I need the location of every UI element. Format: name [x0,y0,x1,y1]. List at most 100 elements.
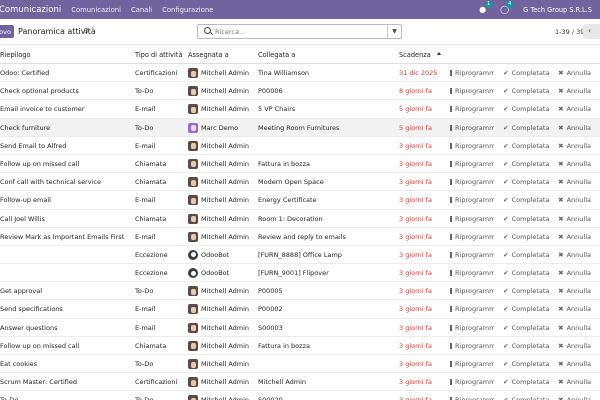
mark-done-button[interactable]: ✔Completata [503,82,549,100]
gear-icon[interactable]: ⚙ [83,27,89,35]
reschedule-button[interactable]: Riprogramma [450,391,494,400]
reschedule-button[interactable]: Riprogramma [450,319,494,337]
reschedule-button[interactable]: Riprogramma [450,64,494,82]
table-row[interactable]: Conf call with technical service Chiamata… [0,173,600,192]
mark-done-button[interactable]: ✔Completata [503,319,549,337]
mark-done-button[interactable]: ✔Completata [503,373,549,391]
reschedule-button[interactable]: Riprogramma [450,173,494,191]
table-row[interactable]: Follow up on missed call Chiamata Mitchell… [0,337,600,355]
cancel-button[interactable]: ✖Annulla [558,300,591,318]
column-header-due[interactable]: Scadenza [399,46,449,64]
reschedule-button[interactable]: Riprogramma [450,137,494,155]
reschedule-button[interactable]: Riprogramma [450,264,494,282]
reschedule-button[interactable]: Riprogramma [450,155,494,173]
cancel-button[interactable]: ✖Annulla [558,155,591,173]
cancel-button[interactable]: ✖Annulla [558,373,591,391]
cancel-button[interactable]: ✖Annulla [558,319,591,337]
reschedule-button[interactable]: Riprogramma [450,246,494,264]
column-header-type[interactable]: Tipo di attività [135,46,187,64]
search-options-toggle[interactable]: ▼ [387,25,401,38]
reschedule-button[interactable]: Riprogramma [450,300,494,318]
column-header-summary[interactable]: Riepilogo [0,46,132,64]
mark-done-button[interactable]: ✔Completata [503,264,549,282]
mark-done-button[interactable]: ✔Completata [503,64,549,82]
mark-done-button[interactable]: ✔Completata [503,155,549,173]
cancel-button[interactable]: ✖Annulla [558,337,591,355]
table-row[interactable]: Review Mark as Important Emails First E-m… [0,228,600,246]
mark-done-button[interactable]: ✔Completata [503,391,549,400]
cancel-button[interactable]: ✖Annulla [558,228,591,246]
cancel-button[interactable]: ✖Annulla [558,391,591,400]
cancel-button[interactable]: ✖Annulla [558,210,591,228]
cancel-button[interactable]: ✖Annulla [558,119,591,137]
search-input[interactable] [215,26,375,37]
cancel-button[interactable]: ✖Annulla [558,100,591,118]
mark-done-button[interactable]: ✔Completata [503,100,549,118]
cancel-label: Annulla [566,159,591,168]
cancel-button[interactable]: ✖Annulla [558,137,591,155]
reschedule-button[interactable]: Riprogramma [450,282,494,300]
reschedule-button[interactable]: Riprogramma [450,100,494,118]
reschedule-button[interactable]: Riprogramma [450,373,494,391]
table-row[interactable]: Scrum Master: Certified Certificazioni Mit… [0,373,600,392]
reschedule-button[interactable]: Riprogramma [450,82,494,100]
cancel-button[interactable]: ✖Annulla [558,264,591,282]
cancel-button[interactable]: ✖Annulla [558,355,591,373]
mark-done-button[interactable]: ✔Completata [503,137,549,155]
table-row[interactable]: Eccezione OdooBot [FURN_8888] Office Lamp 3… [0,246,600,265]
table-row[interactable]: Send Email to Alfred E-mail Mitchell Admin… [0,137,600,155]
table-row[interactable]: Call Joel Willis Chiamata Mitchell Admin Ro… [0,210,600,228]
pager-previous-button[interactable]: ‹ [583,24,600,39]
new-button[interactable]: Nuovo [0,25,14,38]
mark-done-button[interactable]: ✔Completata [503,173,549,191]
table-row[interactable]: Follow-up email E-mail Mitchell Admin Energ… [0,191,600,210]
reschedule-button[interactable]: Riprogramma [450,191,494,209]
table-row[interactable]: Follow up on missed call Chiamata Mitchell… [0,155,600,174]
table-row[interactable]: Send specifications E-mail Mitchell Admin P… [0,300,600,319]
mark-done-button[interactable]: ✔Completata [503,282,549,300]
mark-done-button[interactable]: ✔Completata [503,337,549,355]
reschedule-button[interactable]: Riprogramma [450,210,494,228]
table-row[interactable]: Email invoice to customer E-mail Mitchell … [0,100,600,119]
table-row[interactable]: Check furniture To-Do Marc Demo Meeting Roo… [0,118,600,137]
reschedule-button[interactable]: Riprogramma [450,228,494,246]
table-row[interactable]: Answer questions E-mail Mitchell Admin S000… [0,319,600,337]
cancel-button[interactable]: ✖Annulla [558,64,591,82]
mark-done-button[interactable]: ✔Completata [503,119,549,137]
cancel-button[interactable]: ✖Annulla [558,246,591,264]
reschedule-button[interactable]: Riprogramma [450,355,494,373]
activity-type-cell: To-Do [135,391,187,400]
chat-icon[interactable]: ● 1 [479,1,493,14]
mark-done-button[interactable]: ✔Completata [503,300,549,318]
table-row[interactable]: Odoo: Certified Certificazioni Mitchell Ad… [0,64,600,83]
mark-done-button[interactable]: ✔Completata [503,355,549,373]
pager-value[interactable]: 1-39 / 39 [555,28,584,36]
cancel-button[interactable]: ✖Annulla [558,282,591,300]
app-name[interactable]: Comunicazioni [0,5,61,15]
table-row[interactable]: Check optional products To-Do Mitchell Adm… [0,82,600,101]
menu-canali[interactable]: Canali [131,6,152,14]
activity-clock-icon[interactable]: ◯ 4 [500,1,514,14]
table-row[interactable]: Eat cookies To-Do Mitchell Admin 3 giorni f… [0,355,600,374]
cancel-button[interactable]: ✖Annulla [558,191,591,209]
due-date-cell: 3 giorni fa [399,232,432,241]
cancel-button[interactable]: ✖Annulla [558,173,591,191]
table-row[interactable]: To-DoTo-Do Mitchell Admin S000203 giorni f… [0,391,600,400]
column-header-related[interactable]: Collegata a [258,46,398,64]
mark-done-button[interactable]: ✔Completata [503,210,549,228]
mark-done-button[interactable]: ✔Completata [503,246,549,264]
table-row[interactable]: Eccezione OdooBot [FURN_9001] Flipover 3 gi… [0,264,600,283]
reschedule-label: Riprogramma [455,141,495,150]
row-actions: Riprogramma ✔Completata ✖Annulla [450,355,600,373]
reschedule-button[interactable]: Riprogramma [450,337,494,355]
menu-comunicazioni[interactable]: Comunicazioni [71,6,121,14]
menu-configurazione[interactable]: Configurazione [162,6,213,14]
cancel-button[interactable]: ✖Annulla [558,82,591,100]
mark-done-button[interactable]: ✔Completata [503,191,549,209]
mark-done-button[interactable]: ✔Completata [503,228,549,246]
company-switcher[interactable]: G Tech Group S.R.L.S [523,6,592,14]
search-bar: ▼ [197,24,402,39]
table-row[interactable]: Get approval To-Do Mitchell Admin P00005 3 g… [0,282,600,301]
column-header-assigned[interactable]: Assegnata a [188,46,258,64]
reschedule-button[interactable]: Riprogramma [450,119,494,137]
